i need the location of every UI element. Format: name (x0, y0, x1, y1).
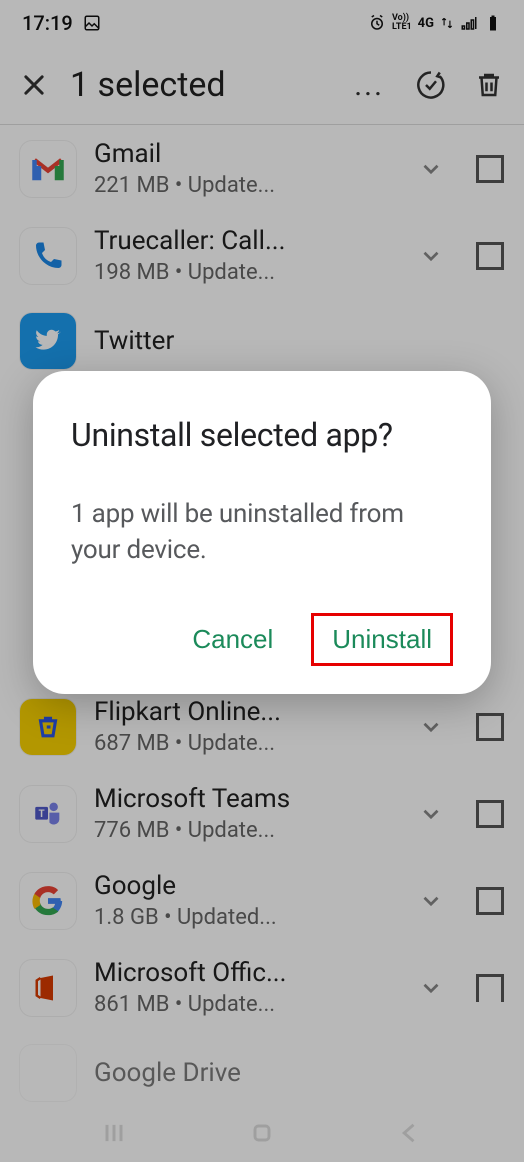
highlight-box: Uninstall (311, 613, 453, 666)
list-item[interactable]: Google 1.8 GB • Updated... (0, 857, 524, 944)
uninstall-button[interactable]: Uninstall (322, 618, 442, 661)
app-sub: 776 MB • Update... (94, 818, 400, 843)
battery-icon (484, 14, 502, 32)
chevron-down-icon[interactable] (418, 714, 444, 740)
app-name: Google (94, 871, 400, 901)
list-item[interactable]: Google Drive (0, 1031, 524, 1115)
list-item[interactable]: Microsoft Offic... 861 MB • Update... (0, 944, 524, 1031)
volte-label: Vo)) LTE1 (392, 14, 412, 32)
chevron-down-icon[interactable] (418, 156, 444, 182)
google-icon (20, 873, 76, 929)
list-item[interactable]: Truecaller: Call... 198 MB • Update... (0, 212, 524, 299)
back-icon[interactable] (396, 1119, 424, 1147)
app-sub: 198 MB • Update... (94, 260, 400, 285)
drive-icon (20, 1045, 76, 1101)
checkbox[interactable] (476, 974, 504, 1002)
app-name: Microsoft Offic... (94, 958, 400, 988)
app-name: Google Drive (94, 1058, 504, 1088)
picture-icon (83, 14, 101, 32)
list-item[interactable]: T Microsoft Teams 776 MB • Update... (0, 770, 524, 857)
app-sub: 1.8 GB • Updated... (94, 905, 400, 930)
checkbox[interactable] (476, 800, 504, 828)
overflow-icon[interactable]: ... (354, 68, 384, 103)
teams-icon: T (20, 786, 76, 842)
checkbox[interactable] (476, 155, 504, 183)
chevron-down-icon[interactable] (418, 888, 444, 914)
status-bar: 17:19 Vo)) LTE1 4G (0, 0, 524, 46)
close-icon[interactable] (20, 71, 48, 99)
uninstall-dialog: Uninstall selected app? 1 app will be un… (33, 371, 491, 694)
svg-text:T: T (39, 808, 45, 819)
twitter-icon (20, 313, 76, 369)
app-sub: 687 MB • Update... (94, 731, 400, 756)
cancel-button[interactable]: Cancel (182, 618, 283, 661)
chevron-down-icon[interactable] (418, 801, 444, 827)
gmail-icon (20, 141, 76, 197)
alarm-icon (368, 14, 386, 32)
app-name: Truecaller: Call... (94, 226, 400, 256)
list-item[interactable]: Gmail 221 MB • Update... (0, 125, 524, 212)
flipkart-icon (20, 699, 76, 755)
trash-icon[interactable] (474, 70, 504, 100)
dialog-title: Uninstall selected app? (71, 413, 453, 458)
checkbox[interactable] (476, 887, 504, 915)
recents-icon[interactable] (100, 1119, 128, 1147)
signal-icon (460, 14, 478, 32)
chevron-down-icon[interactable] (418, 243, 444, 269)
app-name: Flipkart Online... (94, 697, 400, 727)
checkbox[interactable] (476, 242, 504, 270)
office-icon (20, 960, 76, 1016)
select-all-icon[interactable] (416, 70, 446, 100)
app-name: Twitter (94, 326, 504, 356)
dialog-body: 1 app will be uninstalled from your devi… (71, 496, 453, 569)
data-arrows-icon (440, 16, 454, 30)
network-4g: 4G (418, 16, 434, 31)
app-name: Microsoft Teams (94, 784, 400, 814)
app-sub: 221 MB • Update... (94, 173, 400, 198)
chevron-down-icon[interactable] (418, 975, 444, 1001)
app-sub: 861 MB • Update... (94, 992, 400, 1017)
selection-header: 1 selected ... (0, 46, 524, 124)
app-name: Gmail (94, 139, 400, 169)
home-icon[interactable] (248, 1119, 276, 1147)
checkbox[interactable] (476, 713, 504, 741)
status-time: 17:19 (22, 11, 73, 35)
header-title: 1 selected (70, 65, 332, 105)
android-nav-bar (0, 1104, 524, 1162)
list-item[interactable]: Flipkart Online... 687 MB • Update... (0, 683, 524, 770)
truecaller-icon (20, 228, 76, 284)
